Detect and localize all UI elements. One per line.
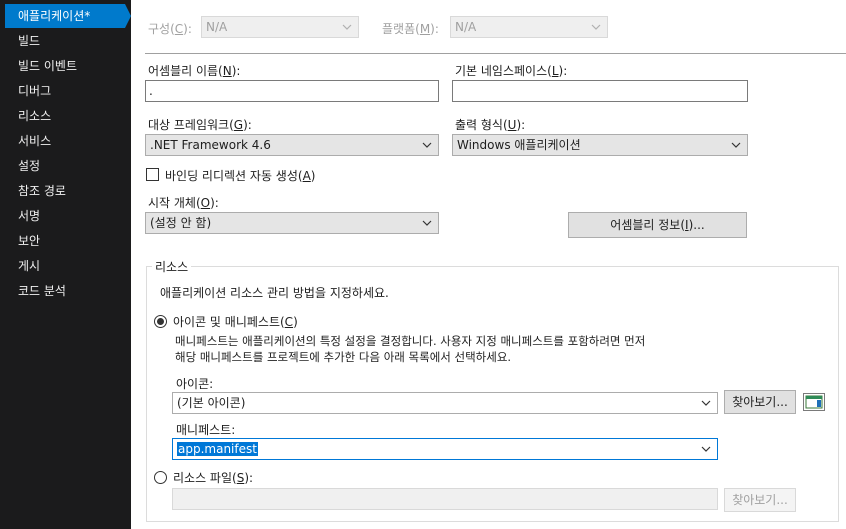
sidebar-item-security[interactable]: 보안 [0,229,131,253]
config-value: N/A [206,20,228,34]
resources-group-title: 리소스 [152,258,192,275]
platform-value: N/A [455,20,477,34]
binding-redirect-checkbox[interactable] [146,168,159,181]
sidebar-item-label: 서명 [18,209,41,223]
chevron-down-icon [342,24,352,30]
target-framework-dropdown[interactable]: .NET Framework 4.6 [145,134,439,156]
sidebar-item-label: 코드 분석 [18,284,66,298]
assembly-name-label: 어셈블리 이름(N): [148,64,241,78]
default-namespace-input[interactable] [452,80,748,102]
manifest-value: app.manifest [177,442,258,456]
config-label: 구성(C): [148,22,192,36]
chevron-down-icon [591,24,601,30]
config-dropdown[interactable]: N/A [201,16,359,38]
icon-preview [803,393,825,411]
output-type-value: Windows 애플리케이션 [457,138,581,152]
sidebar-item-label: 애플리케이션* [18,9,91,23]
default-namespace-label: 기본 네임스페이스(L): [455,64,568,78]
startup-object-label: 시작 개체(O): [148,196,219,210]
manifest-label: 매니페스트: [176,423,236,437]
sidebar-item-label: 빌드 이벤트 [18,59,78,73]
resource-file-browse-button[interactable]: 찾아보기... [724,488,796,512]
sidebar-item-build-events[interactable]: 빌드 이벤트 [0,54,131,78]
sidebar-item-label: 서비스 [18,134,52,148]
sidebar-item-signing[interactable]: 서명 [0,204,131,228]
chevron-down-icon [701,400,711,406]
application-icon [805,395,823,409]
target-framework-value: .NET Framework 4.6 [150,138,271,152]
startup-object-dropdown[interactable]: (설정 안 함) [145,212,439,234]
assembly-name-input[interactable]: . [145,80,439,102]
binding-redirect-label: 바인딩 리디렉션 자동 생성(A) [165,169,316,183]
chevron-down-icon [422,220,432,226]
chevron-down-icon [422,142,432,148]
resource-file-radio[interactable] [154,471,167,484]
chevron-down-icon [701,446,711,452]
icon-manifest-label: 아이콘 및 매니페스트(C) [173,315,298,329]
sidebar-item-label: 리소스 [18,109,52,123]
assembly-info-button[interactable]: 어셈블리 정보(I)... [568,212,747,238]
sidebar-item-label: 설정 [18,159,41,173]
icon-dropdown[interactable]: (기본 아이콘) [172,392,718,414]
sidebar-item-application[interactable]: 애플리케이션* [5,4,131,28]
platform-label: 플랫폼(M): [382,22,439,36]
icon-browse-button[interactable]: 찾아보기... [724,390,796,414]
help-text-line2: 해당 매니페스트를 프로젝트에 추가한 다음 아래 목록에서 선택하세요. [175,350,512,364]
sidebar-item-services[interactable]: 서비스 [0,129,131,153]
resource-file-label: 리소스 파일(S): [173,471,254,485]
sidebar: 애플리케이션* 빌드 빌드 이벤트 디버그 리소스 서비스 설정 참조 경로 서… [0,0,131,529]
sidebar-item-debug[interactable]: 디버그 [0,79,131,103]
sidebar-item-label: 디버그 [18,84,52,98]
output-type-dropdown[interactable]: Windows 애플리케이션 [452,134,748,156]
sidebar-item-reference-paths[interactable]: 참조 경로 [0,179,131,203]
icon-value: (기본 아이콘) [177,396,246,410]
manifest-dropdown[interactable]: app.manifest [172,438,718,460]
sidebar-item-label: 보안 [18,234,41,248]
sidebar-item-label: 빌드 [18,34,41,48]
sidebar-item-resources[interactable]: 리소스 [0,104,131,128]
output-type-label: 출력 형식(U): [455,118,526,132]
sidebar-item-label: 참조 경로 [18,184,66,198]
platform-dropdown[interactable]: N/A [450,16,608,38]
sidebar-item-settings[interactable]: 설정 [0,154,131,178]
sidebar-item-code-analysis[interactable]: 코드 분석 [0,279,131,303]
help-text-line1: 매니페스트는 애플리케이션의 특정 설정을 결정합니다. 사용자 지정 매니페스… [175,334,646,348]
resource-file-input[interactable] [172,488,718,510]
resources-description: 애플리케이션 리소스 관리 방법을 지정하세요. [160,286,389,300]
divider [145,53,846,54]
sidebar-item-build[interactable]: 빌드 [0,29,131,53]
sidebar-item-publish[interactable]: 게시 [0,254,131,278]
chevron-down-icon [731,142,741,148]
sidebar-item-label: 게시 [18,259,41,273]
icon-label: 아이콘: [176,377,214,391]
target-framework-label: 대상 프레임워크(G): [148,118,252,132]
startup-object-value: (설정 안 함) [150,216,212,230]
icon-manifest-radio[interactable] [154,315,167,328]
